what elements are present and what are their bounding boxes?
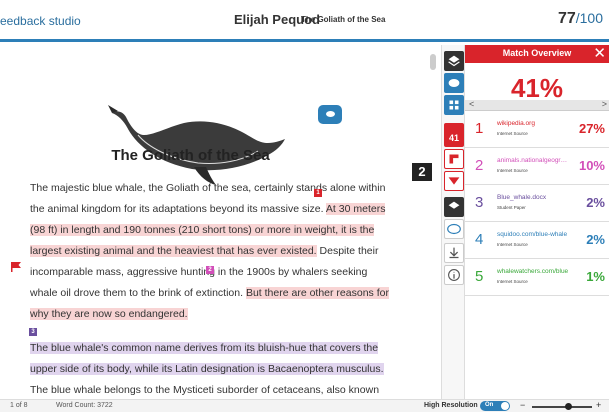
match-rank: 3 <box>475 194 484 211</box>
paper-title: The Goliath of the Sea <box>301 15 386 24</box>
comment-bubble-icon[interactable] <box>318 105 342 124</box>
score-value: 77 <box>557 10 576 27</box>
download-icon <box>449 247 459 259</box>
match-source-type: Internet Source <box>497 279 528 284</box>
match-marker-2[interactable]: 2 <box>206 266 214 274</box>
status-bar: 1 of 8 Word Count: 3722 High Resolution … <box>0 399 609 412</box>
word-count: Word Count: 3722 <box>56 402 113 409</box>
paragraph-1: The majestic blue whale, the Goliath of … <box>30 178 390 325</box>
page-indicator: 1 of 8 <box>10 402 28 409</box>
zoom-out-icon[interactable]: − <box>520 400 525 410</box>
brand-logo[interactable]: eedback studio <box>0 14 81 28</box>
match-rank: 5 <box>475 268 484 285</box>
ets-icon <box>447 223 461 235</box>
grid-icon <box>449 100 459 110</box>
header-bar: eedback studio Elijah Pequod The Goliath… <box>0 0 609 42</box>
match-row[interactable]: 5 whalewatchers.com/blue Internet Source 1% <box>465 260 609 296</box>
match-percent: 2% <box>586 232 605 247</box>
match-percent: 2% <box>586 195 605 210</box>
side-toolbar: 41 <box>441 45 465 399</box>
match-row[interactable]: 4 squidoo.com/blue-whale Internet Source 2% <box>465 223 609 259</box>
match-source-type: Internet Source <box>497 168 528 173</box>
layers-icon <box>448 201 460 209</box>
match-percent: 10% <box>578 158 605 173</box>
prev-arrow-icon[interactable]: < <box>469 99 474 109</box>
match-rank: 2 <box>475 157 484 174</box>
filter-down-button[interactable] <box>444 171 464 191</box>
funnel-icon <box>448 177 460 185</box>
match-source[interactable]: animals.nationalgeogra... <box>497 157 569 164</box>
similarity-button[interactable]: 41 <box>444 123 464 147</box>
layers-button[interactable] <box>444 51 464 71</box>
match-row[interactable]: 3 Blue_whale.docx Student Paper 2% <box>465 186 609 222</box>
layers-icon <box>448 55 460 67</box>
filter-button[interactable] <box>444 149 464 169</box>
chat-icon <box>448 78 460 88</box>
match-source[interactable]: wikipedia.org <box>497 120 569 127</box>
match-marker-1[interactable]: 1 <box>314 189 322 197</box>
match-source[interactable]: whalewatchers.com/blue <box>497 268 569 275</box>
match-source[interactable]: squidoo.com/blue-whale <box>497 231 569 238</box>
comments-button[interactable] <box>444 73 464 93</box>
match-overview-panel: Match Overview ✕ 4 1% < > 1 wikipedia.org I… <box>465 45 609 399</box>
toggle-label: On <box>485 402 494 408</box>
zoom-slider-handle[interactable] <box>565 403 572 410</box>
layers-filter-icon <box>449 154 459 164</box>
match-count: 41 <box>448 133 459 143</box>
info-icon <box>448 269 460 281</box>
panel-header: Match Overview ✕ <box>465 45 609 63</box>
feedback-studio-app: eedback studio Elijah Pequod The Goliath… <box>0 0 609 412</box>
next-arrow-icon[interactable]: > <box>602 99 607 109</box>
score-total: /100 <box>575 10 603 26</box>
high-resolution-toggle[interactable]: On <box>480 401 510 411</box>
score-display[interactable]: 77/100 <box>558 10 603 28</box>
match-pager: < > <box>465 99 609 111</box>
panel-title: Match Overview <box>502 48 572 58</box>
match-highlight-3[interactable]: The blue whale's common name derives fro… <box>30 342 384 375</box>
flag-icon[interactable] <box>11 262 21 272</box>
match-source-type: Internet Source <box>497 242 528 247</box>
zoom-slider[interactable] <box>532 406 592 408</box>
match-source[interactable]: Blue_whale.docx <box>497 194 569 201</box>
high-resolution-label: High Resolution <box>424 402 478 409</box>
match-rank: 4 <box>475 231 484 248</box>
eraser-button[interactable] <box>444 197 464 217</box>
match-row[interactable]: 1 wikipedia.org Internet Source 27% <box>465 112 609 148</box>
match-rank: 1 <box>475 120 484 137</box>
match-percent: 27% <box>578 121 605 136</box>
toggle-knob <box>501 402 509 410</box>
download-button[interactable] <box>444 243 464 263</box>
info-button[interactable] <box>444 265 464 285</box>
scrollbar-thumb[interactable] <box>430 54 436 70</box>
document-title: The Goliath of the Sea <box>111 147 270 164</box>
match-row[interactable]: 2 animals.nationalgeogra... Internet Sourc… <box>465 149 609 185</box>
match-percent: 1% <box>586 269 605 284</box>
zoom-in-icon[interactable]: + <box>596 400 601 410</box>
ets-button[interactable] <box>444 219 464 239</box>
whale-illustration <box>108 105 285 185</box>
match-marker-3[interactable]: 3 <box>29 328 37 336</box>
flag-count-badge: 2 <box>412 163 432 181</box>
grid-button[interactable] <box>444 95 464 115</box>
match-source-type: Student Paper <box>497 205 526 210</box>
match-source-type: Internet Source <box>497 131 528 136</box>
close-icon[interactable]: ✕ <box>593 44 606 62</box>
